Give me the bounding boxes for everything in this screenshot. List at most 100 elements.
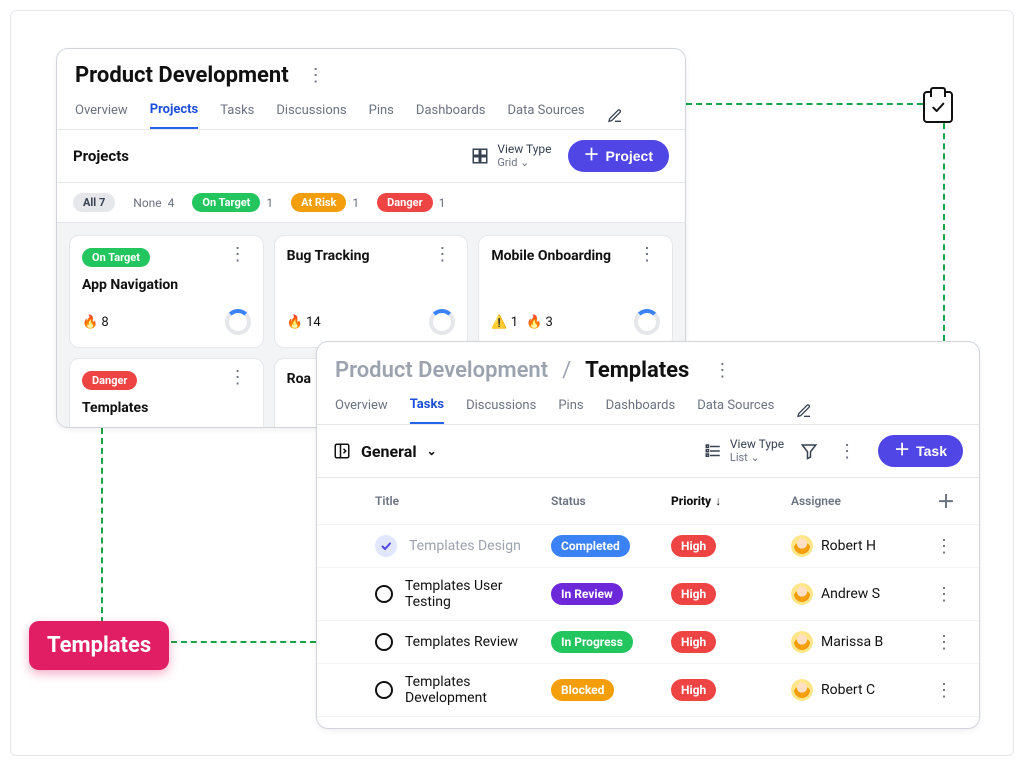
projects-toolbar: Projects View Type Grid ⌄ ＋ Project <box>57 130 685 183</box>
add-column-button[interactable]: ＋ <box>931 488 961 514</box>
project-card[interactable]: ⋮On TargetApp Navigation🔥 8 <box>69 235 264 348</box>
priority-pill[interactable]: High <box>671 535 716 557</box>
breadcrumb-root[interactable]: Product Development <box>335 358 548 383</box>
filter-at-risk[interactable]: At Risk 1 <box>291 193 359 212</box>
tab-pins[interactable]: Pins <box>369 103 394 128</box>
progress-ring <box>225 309 251 335</box>
col-assignee[interactable]: Assignee <box>791 494 931 508</box>
plus-icon: ＋ <box>894 443 910 459</box>
connector-line <box>686 103 943 105</box>
task-checkbox[interactable] <box>375 681 393 699</box>
tabs: Overview Tasks Discussions Pins Dashboards Da… <box>317 383 979 425</box>
task-title: Templates Review <box>405 634 518 650</box>
new-project-button[interactable]: ＋ Project <box>568 140 669 172</box>
assignee-name: Robert C <box>821 682 875 698</box>
hero-chip: Templates <box>29 621 169 670</box>
row-menu-icon[interactable]: ⋮ <box>931 584 961 605</box>
tab-projects[interactable]: Projects <box>150 102 199 129</box>
card-title: Templates <box>82 400 251 416</box>
assignee-cell[interactable]: Marissa B <box>791 631 931 653</box>
tab-tasks[interactable]: Tasks <box>220 103 254 128</box>
tab-dashboards[interactable]: Dashboards <box>606 398 676 423</box>
canvas: Product Development ⋮ Overview Projects Ta… <box>10 10 1014 756</box>
tab-discussions[interactable]: Discussions <box>466 398 536 423</box>
assignee-name: Robert H <box>821 538 876 554</box>
connector-line <box>943 103 945 341</box>
col-priority[interactable]: Priority↓ <box>671 494 791 508</box>
card-menu-icon[interactable]: ⋮ <box>225 244 253 265</box>
tab-overview[interactable]: Overview <box>75 103 128 128</box>
sort-desc-icon: ↓ <box>715 494 721 508</box>
priority-pill[interactable]: High <box>671 679 716 701</box>
status-pill[interactable]: Completed <box>551 535 630 557</box>
table-row[interactable]: Templates User TestingIn Review High Andre… <box>317 568 979 621</box>
panel-menu-icon[interactable]: ⋮ <box>303 65 331 86</box>
edit-tabs-icon[interactable] <box>796 403 812 419</box>
table-row[interactable]: Templates DesignCompletedHighRobert H⋮ <box>317 525 979 568</box>
row-menu-icon[interactable]: ⋮ <box>931 632 961 653</box>
tab-overview[interactable]: Overview <box>335 398 388 423</box>
assignee-cell[interactable]: Andrew S <box>791 583 931 605</box>
plus-icon: ＋ <box>584 148 600 164</box>
task-title: Templates User Testing <box>405 578 551 610</box>
view-type-selector[interactable]: View Type Grid ⌄ <box>471 143 551 168</box>
filter-danger[interactable]: Danger 1 <box>377 193 445 212</box>
tab-data-sources[interactable]: Data Sources <box>508 103 585 128</box>
card-menu-icon[interactable]: ⋮ <box>429 244 457 265</box>
new-task-button[interactable]: ＋ Task <box>878 435 963 467</box>
task-title: Templates Development <box>405 674 551 706</box>
task-done-icon[interactable] <box>375 535 397 557</box>
view-type-selector[interactable]: View Type List ⌄ <box>704 438 784 463</box>
assignee-cell[interactable]: Robert H <box>791 535 931 557</box>
col-title[interactable]: Title <box>375 494 551 508</box>
filter-icon[interactable] <box>800 442 818 460</box>
panel-layout-icon[interactable] <box>333 442 351 460</box>
assignee-name: Andrew S <box>821 586 880 602</box>
panel-menu-icon[interactable]: ⋮ <box>709 360 737 381</box>
tab-pins[interactable]: Pins <box>558 398 583 423</box>
task-checkbox[interactable] <box>375 633 393 651</box>
connector-line <box>171 641 316 643</box>
task-checkbox[interactable] <box>375 585 393 603</box>
tab-data-sources[interactable]: Data Sources <box>697 398 774 423</box>
priority-pill[interactable]: High <box>671 583 716 605</box>
chevron-down-icon[interactable]: ⌄ <box>427 444 437 458</box>
progress-ring <box>429 309 455 335</box>
tab-discussions[interactable]: Discussions <box>276 103 346 128</box>
grid-icon <box>471 147 489 165</box>
row-menu-icon[interactable]: ⋮ <box>931 680 961 701</box>
card-menu-icon[interactable]: ⋮ <box>634 244 662 265</box>
tab-tasks[interactable]: Tasks <box>410 397 444 424</box>
table-row[interactable]: Templates Review In Progress High Marissa B… <box>317 621 979 664</box>
assignee-name: Marissa B <box>821 634 883 650</box>
project-card[interactable]: ⋮Mobile Onboarding⚠️ 1🔥 3 <box>478 235 673 348</box>
list-icon <box>704 442 722 460</box>
breadcrumb-separator: / <box>558 358 575 383</box>
filter-all[interactable]: All 7 <box>73 193 115 212</box>
project-card[interactable]: ⋮Bug Tracking🔥 14 <box>274 235 469 348</box>
project-card[interactable]: ⋮DangerTemplates⚠️ 2🔥 3 <box>69 358 264 428</box>
tab-dashboards[interactable]: Dashboards <box>416 103 486 128</box>
add-task-row[interactable]: ＋ Task <box>317 717 979 729</box>
priority-pill[interactable]: High <box>671 631 716 653</box>
avatar <box>791 631 813 653</box>
status-pill[interactable]: In Progress <box>551 631 633 653</box>
table-row[interactable]: Templates DevelopmentBlocked High Robert C… <box>317 664 979 717</box>
card-title: App Navigation <box>82 277 251 293</box>
card-menu-icon[interactable]: ⋮ <box>225 367 253 388</box>
status-pill[interactable]: Blocked <box>551 679 614 701</box>
filter-on-target[interactable]: On Target 1 <box>192 193 273 212</box>
filter-none[interactable]: None 4 <box>133 196 174 210</box>
fire-count: 🔥 3 <box>526 315 553 330</box>
avatar <box>791 535 813 557</box>
edit-tabs-icon[interactable] <box>607 108 623 124</box>
group-label[interactable]: General <box>361 442 417 461</box>
fire-count: 🔥 14 <box>287 315 321 330</box>
assignee-cell[interactable]: Robert C <box>791 679 931 701</box>
col-status[interactable]: Status <box>551 494 671 508</box>
more-menu-icon[interactable]: ⋮ <box>834 441 862 462</box>
view-type-value: List <box>730 451 748 464</box>
row-menu-icon[interactable]: ⋮ <box>931 536 961 557</box>
status-pill[interactable]: In Review <box>551 583 623 605</box>
breadcrumb-current: Templates <box>585 358 689 383</box>
